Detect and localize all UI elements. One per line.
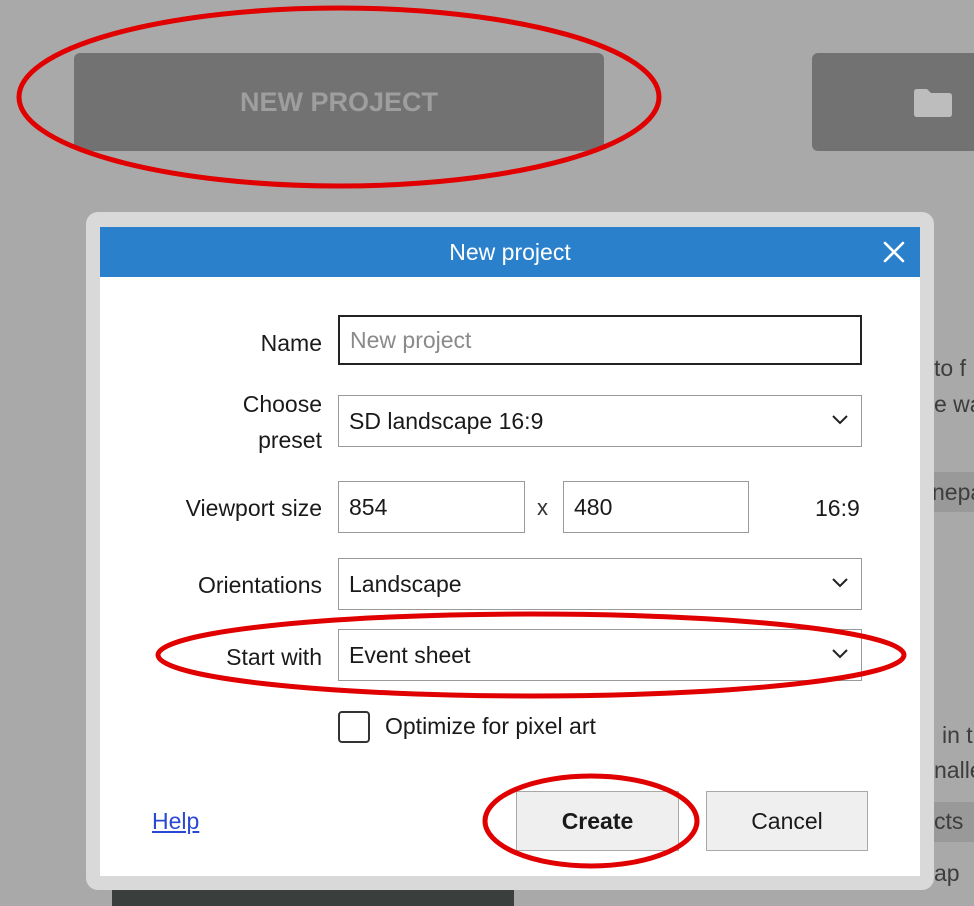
start-with-label: Start with xyxy=(226,644,322,670)
pixel-art-label: Optimize for pixel art xyxy=(385,713,596,739)
name-input[interactable]: New project xyxy=(338,315,862,365)
dialog-title: New project xyxy=(449,239,571,265)
bg-text-fragment: nalle xyxy=(934,757,974,783)
preset-label-line2: preset xyxy=(258,427,322,453)
create-label: Create xyxy=(561,807,634,834)
preset-label-line1: Choose xyxy=(242,391,322,417)
close-icon[interactable] xyxy=(882,240,906,264)
new-project-button[interactable]: NEW PROJECT xyxy=(74,53,604,151)
cancel-button[interactable]: Cancel xyxy=(706,791,868,851)
orientation-select[interactable]: Landscape xyxy=(338,558,862,610)
open-project-button[interactable] xyxy=(812,53,974,151)
help-link[interactable]: Help xyxy=(152,808,199,835)
viewport-height-input[interactable]: 480 xyxy=(563,481,749,533)
folder-icon xyxy=(914,89,952,117)
preset-select[interactable]: SD landscape 16:9 xyxy=(338,395,862,447)
bg-text-fragment: nepa xyxy=(932,479,974,505)
cancel-label: Cancel xyxy=(751,807,823,834)
pixel-art-checkbox[interactable] xyxy=(338,711,370,743)
chevron-down-icon xyxy=(832,415,848,425)
preset-value: SD landscape 16:9 xyxy=(349,408,544,434)
bg-text-fragment: cts xyxy=(934,808,964,834)
viewport-height-value: 480 xyxy=(574,494,613,520)
viewport-label: Viewport size xyxy=(185,495,322,521)
chevron-down-icon xyxy=(832,649,848,659)
aspect-ratio: 16:9 xyxy=(815,495,860,521)
start-with-value: Event sheet xyxy=(349,642,471,668)
start-with-select[interactable]: Event sheet xyxy=(338,629,862,681)
viewport-width-input[interactable]: 854 xyxy=(338,481,525,533)
name-placeholder: New project xyxy=(350,327,472,353)
bg-text-fragment: in t xyxy=(942,722,973,748)
viewport-width-value: 854 xyxy=(349,494,388,520)
bg-text-fragment: to f xyxy=(934,355,966,381)
dialog-titlebar: New project xyxy=(100,227,920,277)
viewport-separator: x xyxy=(537,495,548,520)
bg-text-fragment: ap xyxy=(934,860,960,886)
bg-text-fragment: e wa xyxy=(934,391,974,417)
new-project-dialog: New project Name New project Choose pres… xyxy=(100,227,920,876)
chevron-down-icon xyxy=(832,578,848,588)
name-label: Name xyxy=(260,330,322,356)
create-button[interactable]: Create xyxy=(516,791,679,851)
orientation-label: Orientations xyxy=(197,572,322,598)
orientation-value: Landscape xyxy=(349,571,462,597)
new-project-label: NEW PROJECT xyxy=(239,86,439,117)
